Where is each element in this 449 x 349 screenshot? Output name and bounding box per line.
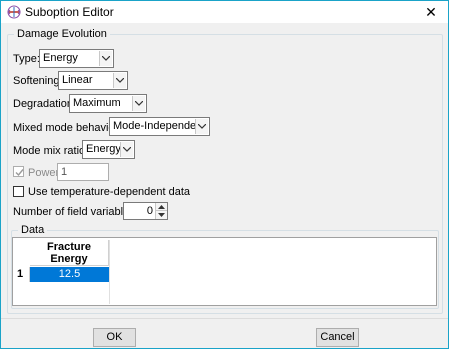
temp-dependent-checkbox[interactable] — [13, 186, 24, 197]
fracture-energy-cell[interactable]: 12.5 — [30, 267, 109, 282]
data-group-title: Data — [18, 224, 48, 236]
type-label: Type: — [13, 53, 40, 65]
window-title: Suboption Editor — [25, 5, 114, 19]
chevron-down-icon[interactable] — [113, 73, 126, 88]
power-checkbox[interactable] — [13, 166, 24, 177]
bottom-separator — [1, 318, 448, 319]
chevron-down-icon[interactable] — [120, 142, 133, 157]
mixed-mode-combo[interactable]: Mode-Independent — [109, 117, 210, 136]
chevron-down-icon[interactable] — [195, 119, 208, 134]
softening-label: Softening: — [13, 75, 63, 87]
column-header-line-1: Fracture — [46, 241, 92, 253]
chevron-down-icon[interactable] — [132, 96, 145, 111]
mode-mix-label: Mode mix ratio: — [13, 145, 89, 157]
chevron-down-icon[interactable] — [99, 51, 112, 66]
type-value: Energy — [43, 52, 78, 64]
app-icon — [7, 5, 21, 19]
data-table: Fracture Energy 1 12.5 — [12, 237, 437, 306]
title-bar: Suboption Editor ✕ — [1, 1, 448, 23]
checkmark-icon — [15, 169, 24, 177]
mixed-mode-value: Mode-Independent — [113, 120, 206, 132]
damage-evolution-title: Damage Evolution — [14, 28, 110, 40]
column-header-line-2: Energy — [50, 253, 88, 265]
fracture-energy-column-header[interactable]: Fracture Energy — [30, 240, 109, 266]
degradation-value: Maximum — [73, 97, 121, 109]
power-input[interactable] — [58, 164, 108, 180]
degradation-combo[interactable]: Maximum — [69, 94, 147, 113]
ok-button[interactable]: OK — [93, 328, 136, 347]
power-label: Power — [28, 167, 60, 179]
type-combo[interactable]: Energy — [39, 49, 114, 68]
temp-dependent-label: Use temperature-dependent data — [28, 186, 191, 198]
field-variables-label: Number of field variables: — [13, 206, 138, 218]
field-variables-spinner[interactable]: 0 — [123, 202, 168, 220]
column-divider — [109, 240, 110, 304]
row-number: 1 — [14, 267, 30, 282]
softening-combo[interactable]: Linear — [58, 71, 128, 90]
power-field[interactable] — [57, 163, 109, 181]
spinner-down-icon[interactable] — [156, 211, 167, 219]
cancel-button[interactable]: Cancel — [316, 328, 359, 347]
degradation-label: Degradation: — [13, 98, 76, 110]
softening-value: Linear — [62, 74, 93, 86]
spinner-up-icon[interactable] — [156, 203, 167, 211]
close-button[interactable]: ✕ — [416, 1, 446, 23]
mode-mix-value: Energy — [86, 143, 121, 155]
mode-mix-combo[interactable]: Energy — [82, 140, 135, 159]
field-variables-value: 0 — [146, 205, 153, 217]
spinner-buttons — [155, 203, 167, 219]
mixed-mode-label: Mixed mode behavior: — [13, 122, 122, 134]
suboption-editor-window: Suboption Editor ✕ Damage Evolution Type… — [0, 0, 449, 349]
